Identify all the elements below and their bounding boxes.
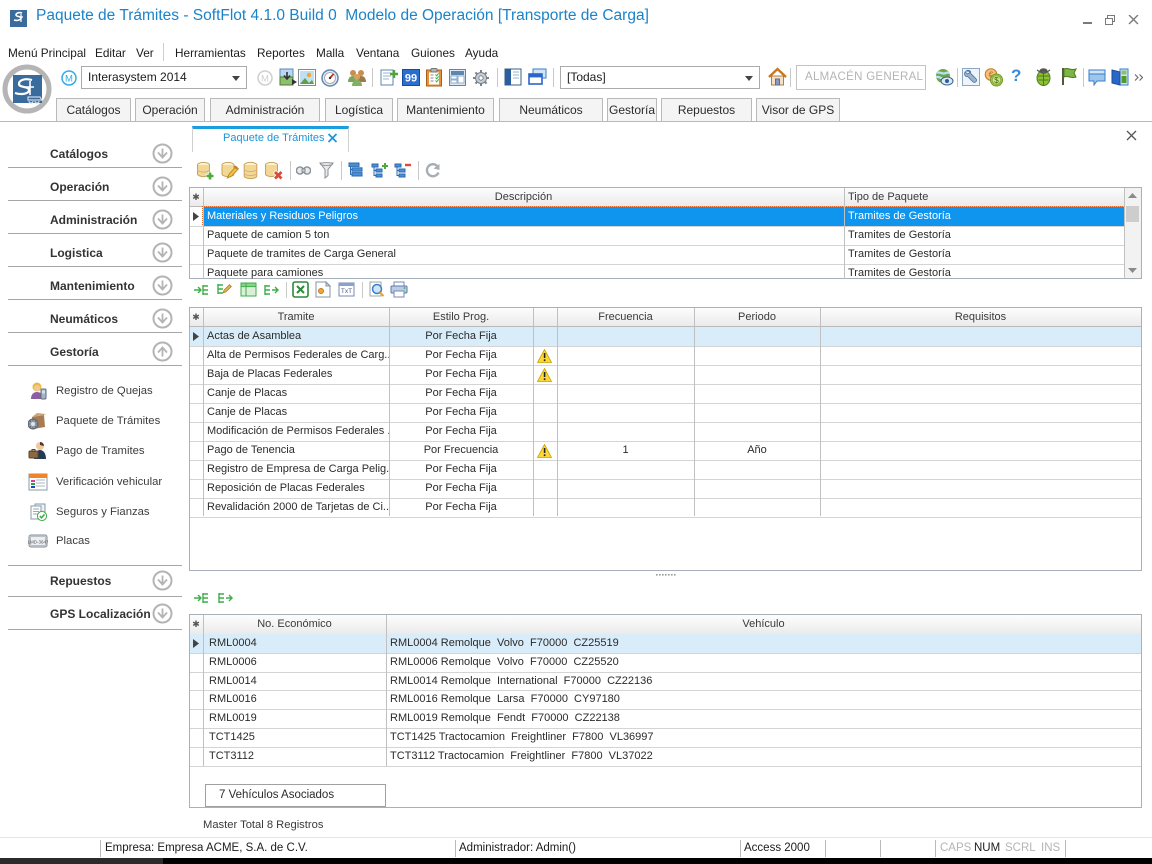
svg-text:M: M <box>261 74 269 85</box>
svg-text:LMD-3647: LMD-3647 <box>28 540 48 545</box>
svg-text:$: $ <box>994 76 999 85</box>
svg-text:M: M <box>65 74 73 85</box>
svg-text:TxT: TxT <box>341 288 352 295</box>
svg-text:99: 99 <box>405 73 417 85</box>
